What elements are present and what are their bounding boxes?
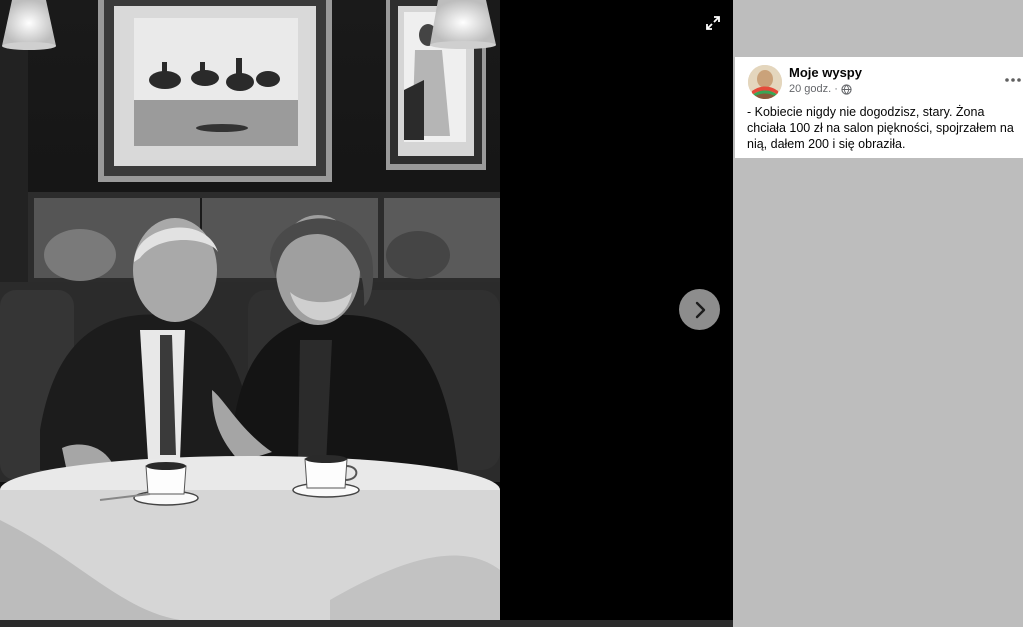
post-card: Moje wyspy 20 godz. · - Kobiecie nigdy n… (735, 57, 1023, 158)
post-time[interactable]: 20 godz. (789, 83, 831, 95)
expand-button[interactable] (700, 10, 726, 36)
more-options-button[interactable] (1004, 71, 1022, 89)
avatar[interactable] (748, 65, 782, 99)
next-photo-button[interactable] (679, 289, 720, 330)
globe-icon[interactable] (841, 83, 852, 95)
viewer-bottom-bar (0, 620, 733, 627)
more-dots-icon (1005, 78, 1021, 82)
expand-icon (706, 16, 720, 30)
photo-viewer (0, 0, 733, 620)
meta-separator: · (834, 83, 838, 95)
post-photo[interactable] (0, 0, 500, 620)
post-author[interactable]: Moje wyspy (789, 65, 862, 80)
post-text: - Kobiecie nigdy nie dogodzisz, stary. Ż… (747, 105, 1014, 151)
post-meta: 20 godz. · (789, 83, 852, 95)
chevron-right-icon (695, 301, 705, 318)
